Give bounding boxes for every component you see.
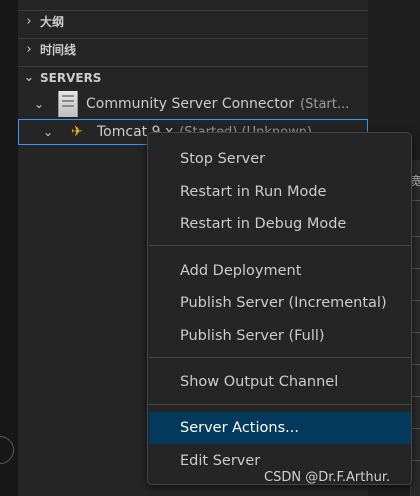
menu-item-stop-server[interactable]: Stop Server (149, 143, 411, 175)
outline-label: 大纲 (40, 15, 65, 29)
activity-gutter (0, 0, 18, 496)
chevron-down-icon: ⌄ (43, 125, 54, 139)
menu-separator (149, 404, 411, 405)
menu-item-publish-full[interactable]: Publish Server (Full) (149, 320, 411, 352)
server-icon (58, 91, 78, 117)
tree-item-community-server-connector[interactable]: ⌄ Community Server Connector (Start... (18, 91, 368, 117)
tomcat-icon: ✈ (71, 124, 83, 140)
server-context-menu: Stop Server Restart in Run Mode Restart … (147, 132, 412, 485)
menu-item-add-deployment[interactable]: Add Deployment (149, 255, 411, 287)
chevron-down-icon: ⌄ (34, 97, 45, 111)
servers-section-header[interactable]: ⌄ SERVERS (18, 66, 368, 88)
menu-separator (149, 245, 411, 246)
menu-item-restart-run[interactable]: Restart in Run Mode (149, 176, 411, 208)
chevron-down-icon: ⌄ (23, 70, 35, 85)
account-icon[interactable] (0, 436, 14, 464)
menu-item-show-output[interactable]: Show Output Channel (149, 366, 411, 398)
outline-section-header[interactable]: › 大纲 (18, 10, 368, 32)
menu-separator (149, 357, 411, 358)
watermark-text: CSDN @Dr.F.Arthur. (264, 470, 391, 485)
menu-item-publish-incremental[interactable]: Publish Server (Incremental) (149, 287, 411, 319)
chevron-right-icon: › (26, 14, 32, 29)
menu-item-server-actions[interactable]: Server Actions... (149, 412, 411, 444)
menu-item-restart-debug[interactable]: Restart in Debug Mode (149, 208, 411, 240)
timeline-section-header[interactable]: › 时间线 (18, 38, 368, 60)
connector-name: Community Server Connector (86, 96, 295, 112)
chevron-right-icon: › (26, 42, 32, 57)
connector-status: (Start... (300, 96, 350, 112)
servers-label: SERVERS (40, 70, 102, 85)
timeline-label: 时间线 (40, 43, 77, 57)
